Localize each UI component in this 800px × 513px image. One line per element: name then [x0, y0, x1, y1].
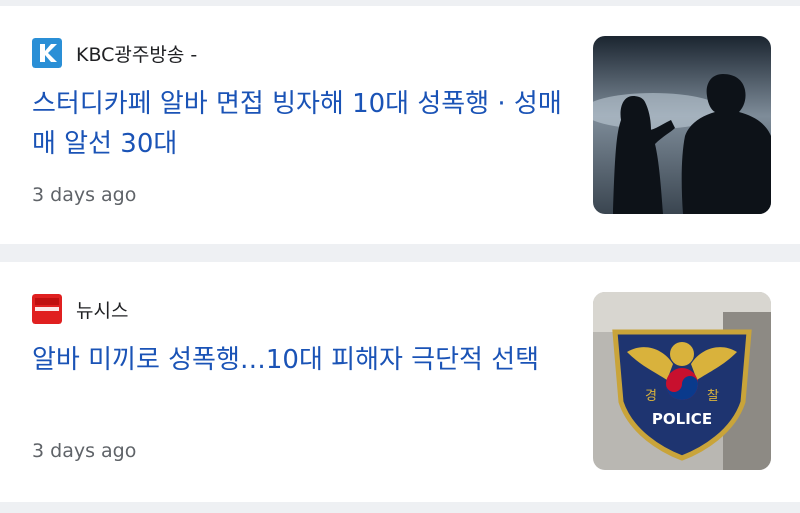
headline-link[interactable]: 스터디카페 알바 면접 빙자해 10대 성폭행 · 성매매 알선 30대 [32, 84, 562, 164]
timestamp: 3 days ago [32, 440, 137, 462]
kbc-logo-icon [32, 38, 62, 68]
news-card[interactable]: 뉴시스 알바 미끼로 성폭행…10대 피해자 극단적 선택 3 days ago… [0, 262, 800, 502]
newsis-logo-icon [32, 294, 62, 324]
news-feed: KBC광주방송 - 스터디카페 알바 면접 빙자해 10대 성폭행 · 성매매 … [0, 0, 800, 513]
source-row: KBC광주방송 - [32, 36, 197, 70]
headline-link[interactable]: 알바 미끼로 성폭행…10대 피해자 극단적 선택 [32, 340, 562, 380]
source-name[interactable]: 뉴시스 [76, 296, 128, 323]
source-name[interactable]: KBC광주방송 - [76, 40, 197, 67]
news-card[interactable]: KBC광주방송 - 스터디카페 알바 면접 빙자해 10대 성폭행 · 성매매 … [0, 6, 800, 244]
timestamp: 3 days ago [32, 184, 137, 206]
emblem-char-right: 찰 [707, 389, 719, 404]
emblem-police-text: POLICE [652, 410, 712, 428]
emblem-char-left: 경 [645, 389, 657, 404]
silhouette-thumbnail[interactable] [593, 36, 771, 214]
police-emblem-thumbnail[interactable]: 경 찰 POLICE [593, 292, 771, 470]
source-row: 뉴시스 [32, 292, 128, 326]
